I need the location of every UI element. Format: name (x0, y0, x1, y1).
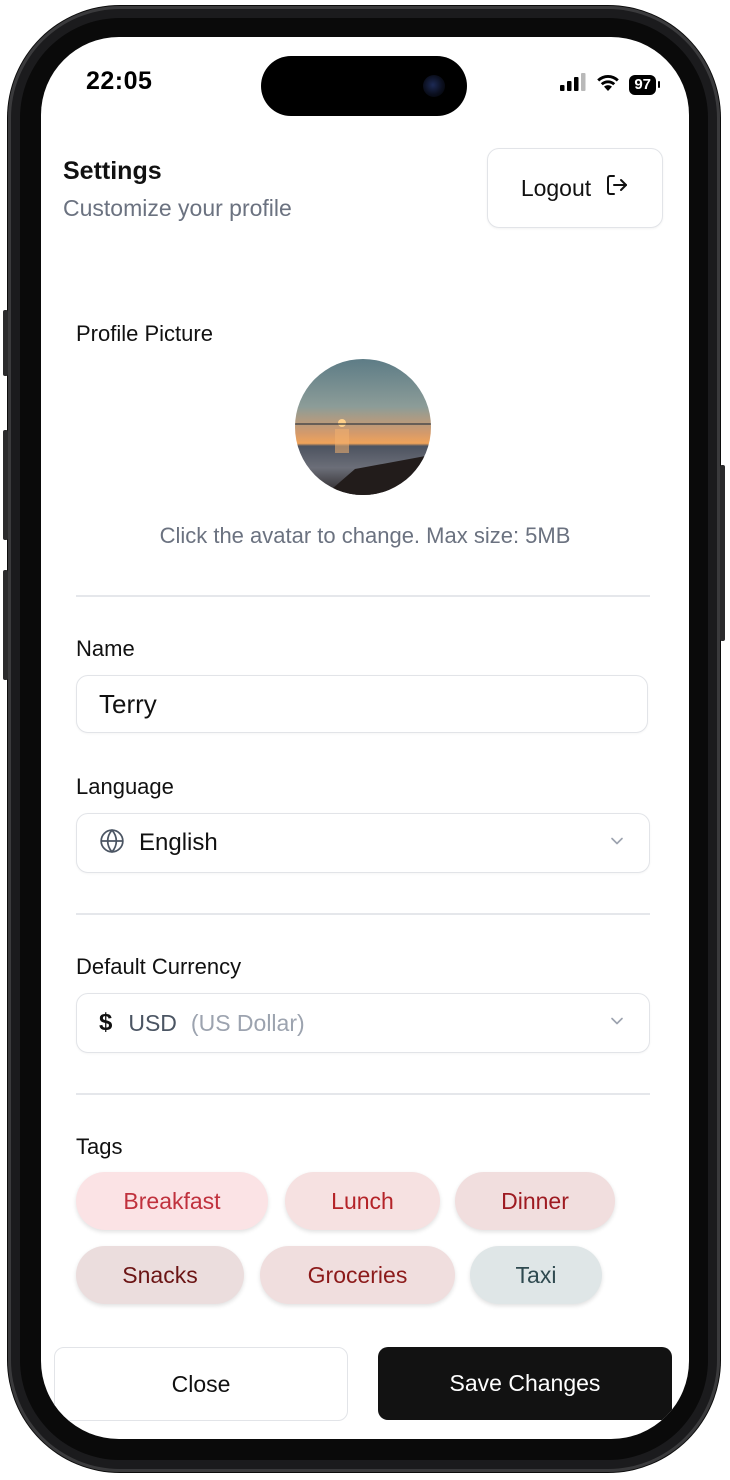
battery-indicator: 97 (629, 74, 660, 95)
save-changes-button[interactable]: Save Changes (378, 1347, 672, 1420)
currency-symbol: $ (99, 1009, 113, 1036)
tag-taxi[interactable]: Taxi (470, 1246, 602, 1304)
language-value: English (139, 829, 218, 856)
front-camera-icon (423, 75, 445, 97)
wifi-icon (595, 72, 621, 97)
volume-down-button (3, 570, 8, 680)
chevron-down-icon (607, 831, 627, 856)
currency-name: (US Dollar) (190, 1009, 305, 1036)
currency-label: Default Currency (76, 954, 242, 979)
avatar[interactable] (295, 359, 431, 495)
action-button (3, 310, 8, 376)
tags-label: Tags (76, 1134, 123, 1159)
volume-up-button (3, 430, 8, 540)
tag-dinner[interactable]: Dinner (455, 1172, 615, 1230)
divider (76, 595, 650, 597)
tag-breakfast[interactable]: Breakfast (76, 1172, 268, 1230)
signal-icon (559, 72, 587, 97)
currency-code: USD (128, 1009, 177, 1036)
avatar-hint: Click the avatar to change. Max size: 5M… (159, 523, 571, 548)
screen: 22:05 97 Settings Customize your profile… (41, 37, 689, 1439)
language-label: Language (76, 774, 174, 799)
page-subtitle: Customize your profile (63, 195, 292, 221)
language-select[interactable]: English (76, 813, 650, 873)
logout-button[interactable]: Logout (487, 148, 663, 228)
logout-label: Logout (520, 174, 592, 201)
divider (76, 913, 650, 915)
name-label: Name (76, 636, 135, 661)
close-button[interactable]: Close (54, 1347, 348, 1421)
dynamic-island (261, 56, 467, 116)
tag-lunch[interactable]: Lunch (285, 1172, 440, 1230)
status-time: 22:05 (86, 67, 153, 95)
profile-picture-label: Profile Picture (76, 321, 213, 346)
divider (76, 1093, 650, 1095)
globe-icon (99, 828, 125, 859)
tag-snacks[interactable]: Snacks (76, 1246, 244, 1304)
tag-groceries[interactable]: Groceries (260, 1246, 455, 1304)
logout-icon (605, 173, 629, 203)
name-input[interactable]: Terry (76, 675, 648, 733)
power-button (720, 465, 725, 641)
page-title: Settings (63, 157, 162, 185)
chevron-down-icon (607, 1011, 627, 1036)
currency-select[interactable]: $ USD (US Dollar) (76, 993, 650, 1053)
status-indicators: 97 (559, 72, 660, 97)
